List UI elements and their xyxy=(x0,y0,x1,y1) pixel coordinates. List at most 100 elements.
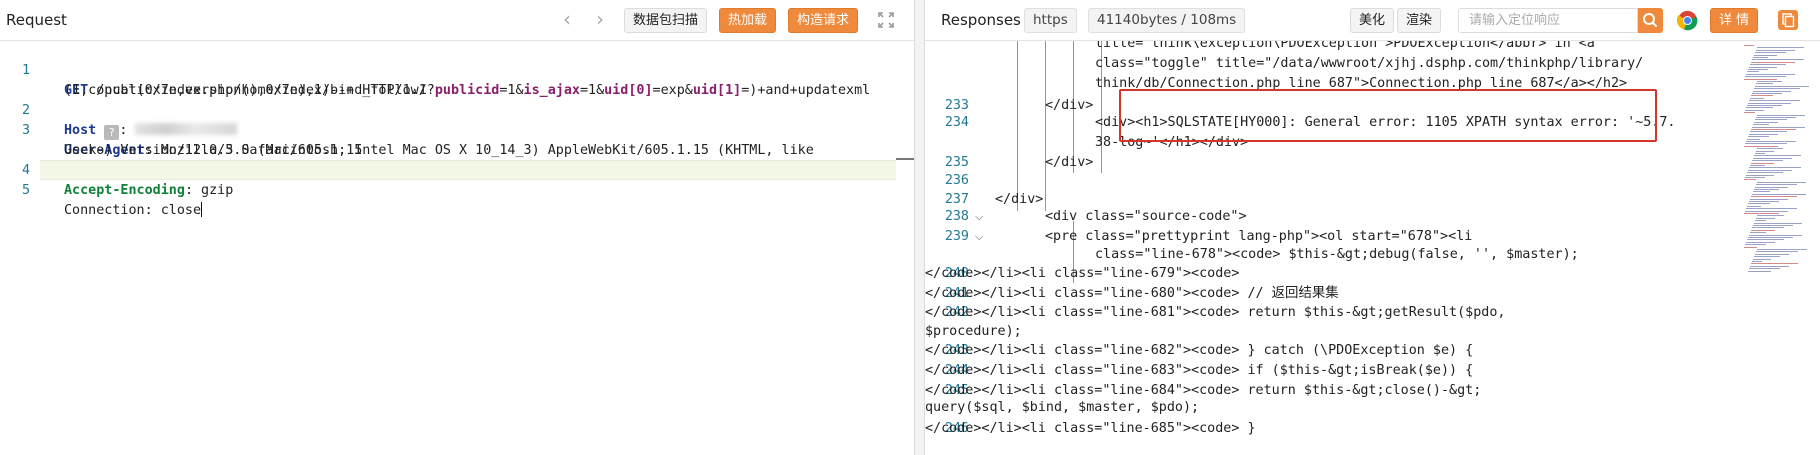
minimap-line xyxy=(1754,256,1780,258)
minimap-line xyxy=(1748,169,1792,171)
packet-scan-button[interactable]: 数据包扫描 xyxy=(624,8,708,33)
minimap-line xyxy=(1754,88,1800,90)
minimap-line xyxy=(1747,105,1782,106)
minimap-line xyxy=(1757,249,1807,250)
response-code: title="think\exception\PDOException">PDO… xyxy=(1095,41,1595,51)
minimap-line xyxy=(1745,210,1788,212)
header-value: : gzip xyxy=(184,183,234,198)
minimap-line xyxy=(1757,148,1783,150)
header-key: Accept-Encoding xyxy=(64,183,185,198)
minimap-line xyxy=(1756,184,1797,186)
minimap-line xyxy=(1756,49,1795,51)
minimap-line xyxy=(1749,66,1777,68)
fold-chevron-icon[interactable]: ⌵ xyxy=(975,207,983,227)
protocol-badge: https xyxy=(1024,8,1077,33)
search-icon[interactable] xyxy=(1638,8,1663,33)
beautify-button[interactable]: 美化 xyxy=(1350,8,1395,33)
minimap-line xyxy=(1751,95,1773,97)
render-button[interactable]: 渲染 xyxy=(1397,8,1442,33)
chrome-icon[interactable] xyxy=(1677,10,1698,31)
response-code: </code></li><li class="line-682"><code> … xyxy=(925,343,1474,358)
response-line: 243 </code></li><li class="line-682"><cod… xyxy=(925,341,1740,361)
minimap-line xyxy=(1744,213,1779,214)
details-button[interactable]: 详 情 xyxy=(1710,8,1759,33)
panel-splitter[interactable] xyxy=(914,0,925,455)
line-number: 234 xyxy=(944,115,969,130)
minimap-line xyxy=(1746,241,1775,243)
minimap-line xyxy=(1755,119,1787,121)
minimap-line xyxy=(1744,179,1756,181)
minimap-line xyxy=(1750,265,1789,267)
error-highlight-box xyxy=(1119,89,1657,142)
response-line: class="line-678"><code> $this-&gt;debug(… xyxy=(925,245,1740,265)
minimap-line xyxy=(1746,141,1796,142)
minimap-line xyxy=(1746,73,1795,75)
minimap-line xyxy=(1748,237,1793,238)
response-editor[interactable]: title="think\exception\PDOException">PDO… xyxy=(925,41,1740,455)
minimap-line xyxy=(1750,64,1786,66)
response-code: class="toggle" title="/data/wwwroot/xjhj… xyxy=(1095,56,1644,71)
minimap-line xyxy=(1753,157,1792,159)
minimap-line xyxy=(1750,131,1787,133)
minimap-line xyxy=(1748,102,1791,104)
minimap-line xyxy=(1752,261,1762,262)
minimap-line xyxy=(1745,109,1764,111)
minimap-line xyxy=(1751,196,1797,198)
line-number: 235 xyxy=(944,155,969,170)
minimap-line xyxy=(1752,59,1804,61)
chevron-right-icon[interactable]: › xyxy=(596,9,604,29)
request-editor[interactable]: 1 GET /public/index.php/home/index/bind_… xyxy=(0,41,914,455)
minimap-line xyxy=(1744,78,1777,80)
request-line: 5 Connection: close xyxy=(0,161,914,218)
minimap-line xyxy=(1748,270,1771,272)
expand-icon[interactable] xyxy=(877,11,895,29)
line-number: 5 xyxy=(22,183,31,198)
response-code: $procedure); xyxy=(925,324,1022,339)
minimap-line xyxy=(1745,143,1787,145)
minimap-line xyxy=(1757,215,1784,217)
minimap-line xyxy=(1751,229,1775,231)
minimap-line xyxy=(1754,54,1777,56)
scrollbar-marker[interactable] xyxy=(896,158,914,160)
response-line: 236 xyxy=(925,171,1740,191)
header-line: Connection: close xyxy=(64,203,202,218)
request-toolbar: Request ‹ › 数据包扫描 热加载 构造请求 xyxy=(0,0,914,41)
minimap-line xyxy=(1750,165,1765,166)
chevron-left-icon[interactable]: ‹ xyxy=(563,9,571,29)
response-code: query($sql, $bind, $master, $pdo); xyxy=(925,400,1200,415)
hot-load-button[interactable]: 热加载 xyxy=(719,8,777,33)
minimap-line xyxy=(1756,117,1796,118)
response-line: 244 </code></li><li class="line-683"><cod… xyxy=(925,361,1740,381)
response-line: query($sql, $bind, $master, $pdo); xyxy=(925,398,1740,418)
response-line: 240 </code></li><li class="line-679"><cod… xyxy=(925,264,1740,284)
line-number: 236 xyxy=(944,173,969,188)
line-number: 238 xyxy=(944,209,969,224)
minimap-line xyxy=(1748,203,1770,205)
minimap-line xyxy=(1753,57,1768,58)
minimap-line xyxy=(1749,234,1802,236)
request-line-wrap: (1,concat(0x7e,version(),0x7e),1)--+ HTT… xyxy=(0,61,914,98)
minimap-line xyxy=(1752,227,1784,229)
response-code: </code></li><li class="line-680"><code> … xyxy=(925,286,1339,301)
app-root: Request ‹ › 数据包扫描 热加载 构造请求 1 GET /public… xyxy=(0,0,1820,455)
response-search-input[interactable] xyxy=(1458,8,1638,33)
text-cursor xyxy=(201,202,203,217)
build-request-button[interactable]: 构造请求 xyxy=(788,8,859,33)
copy-icon[interactable] xyxy=(1777,9,1799,31)
response-line: 241 </code></li><li class="line-680"><cod… xyxy=(925,284,1740,304)
minimap-line xyxy=(1749,100,1800,102)
minimap-line xyxy=(1749,167,1801,169)
minimap-line xyxy=(1754,121,1778,123)
minimap-line xyxy=(1748,69,1768,70)
minimap-line xyxy=(1755,220,1766,222)
minimap-line xyxy=(1745,244,1766,246)
minimap[interactable] xyxy=(1742,41,1812,455)
minimap-line xyxy=(1747,71,1759,73)
request-line: 3 User-Agent: Mozilla/5.0 (Macintosh; In… xyxy=(0,101,914,158)
request-line-wrap: Gecko) Version/12.0.3 Safari/605.1.15 xyxy=(0,121,914,158)
fold-chevron-icon[interactable]: ⌵ xyxy=(975,227,983,247)
request-line: 4 Accept-Encoding: gzip xyxy=(0,141,914,198)
request-line: 2 Host ?: xyxy=(0,81,914,140)
response-line: 235 </div> xyxy=(925,153,1740,173)
minimap-line xyxy=(1750,97,1764,99)
